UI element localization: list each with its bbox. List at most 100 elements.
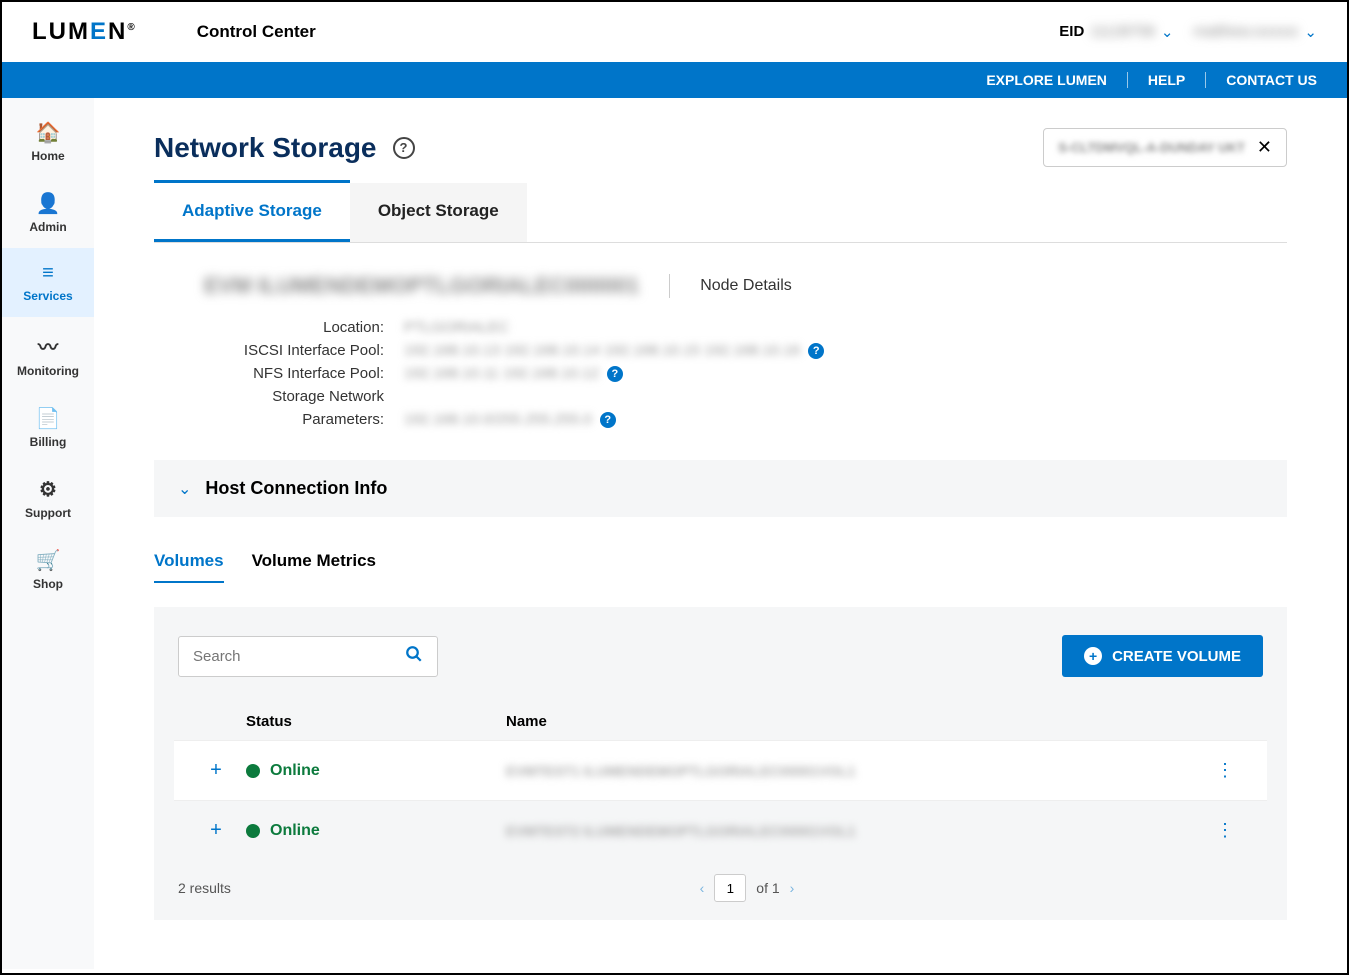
sidebar-item-shop[interactable]: 🛒 Shop xyxy=(2,534,94,605)
user-name: matthew.xxxxxx xyxy=(1193,23,1298,40)
top-right: EID 11128758 ⌄ matthew.xxxxxx ⌄ xyxy=(1059,23,1317,41)
location-label: Location: xyxy=(204,319,404,336)
create-volume-label: CREATE VOLUME xyxy=(1112,648,1241,665)
help-icon[interactable]: ? xyxy=(393,137,415,159)
brand-e: E xyxy=(90,18,108,45)
info-icon[interactable]: ? xyxy=(808,343,824,359)
eid-value: 11128758 xyxy=(1090,23,1155,40)
page-header: Network Storage ? S-CLTDMVQL-A-DUNDAY UK… xyxy=(154,128,1287,167)
sidebar-label: Services xyxy=(23,289,72,303)
prev-page-icon[interactable]: ‹ xyxy=(700,880,705,896)
status-dot-icon xyxy=(246,824,260,838)
page-total: of 1 xyxy=(756,880,779,896)
context-selector[interactable]: S-CLTDMVQL-A-DUNDAY UKT ✕ xyxy=(1043,128,1287,167)
sidebar-label: Shop xyxy=(33,577,63,591)
sidebar-label: Admin xyxy=(29,220,66,234)
tab-adaptive-storage[interactable]: Adaptive Storage xyxy=(154,180,350,242)
top-bar: LUMEN® Control Center EID 11128758 ⌄ mat… xyxy=(2,2,1347,62)
product-name: Control Center xyxy=(197,22,316,42)
secondary-nav: EXPLORE LUMEN HELP CONTACT US xyxy=(2,62,1347,98)
home-icon: 🏠 xyxy=(36,120,61,145)
sidebar-item-support[interactable]: ⚙ Support xyxy=(2,463,94,534)
tab-volume-metrics[interactable]: Volume Metrics xyxy=(252,541,376,583)
support-icon: ⚙ xyxy=(39,477,57,502)
storage-value: 192.168.10.0/255.255.255.0 xyxy=(404,411,592,428)
sidebar-item-services[interactable]: ≡ Services xyxy=(2,248,94,317)
volumes-table: Status Name + Online EVMTEST1 ILUMENDEMO… xyxy=(174,703,1267,860)
brand-logo: LUMEN® xyxy=(32,18,137,46)
volume-name: EVMTEST1 ILUMENDEMOPTLGORIALEC00001VOL1 xyxy=(506,763,1195,779)
page-title: Network Storage xyxy=(154,132,377,164)
sidebar-label: Support xyxy=(25,506,71,520)
brand-suffix: N xyxy=(108,18,127,45)
tab-object-storage[interactable]: Object Storage xyxy=(350,183,527,242)
col-name: Name xyxy=(506,713,1195,730)
results-count: 2 results xyxy=(178,880,231,896)
iscsi-value: 192.168.10.13 192.168.10.14 192.168.10.1… xyxy=(404,342,800,359)
storage-label-1: Storage Network xyxy=(204,388,404,405)
iscsi-label: ISCSI Interface Pool: xyxy=(204,342,404,359)
kebab-menu-icon[interactable]: ⋮ xyxy=(1195,820,1255,841)
host-connection-panel[interactable]: ⌄ Host Connection Info xyxy=(154,460,1287,517)
kebab-menu-icon[interactable]: ⋮ xyxy=(1195,760,1255,781)
node-name: EVM ILUMENDEMOPTLGORIALEC000001 xyxy=(204,273,639,299)
pagination: 2 results ‹ of 1 › xyxy=(174,860,1267,920)
status-dot-icon xyxy=(246,764,260,778)
status-cell: Online xyxy=(246,762,506,780)
expand-row-icon[interactable]: + xyxy=(186,759,246,782)
volume-name: EVMTEST2 ILUMENDEMOPTLGORIALEC00001VOL1 xyxy=(506,823,1195,839)
shop-icon: 🛒 xyxy=(36,548,61,573)
info-icon[interactable]: ? xyxy=(607,366,623,382)
chevron-down-icon: ⌄ xyxy=(178,479,191,499)
explore-link[interactable]: EXPLORE LUMEN xyxy=(986,72,1107,88)
panel-title: Host Connection Info xyxy=(205,478,387,499)
plus-icon: + xyxy=(1084,647,1102,665)
eid-label: EID xyxy=(1059,23,1084,40)
expand-row-icon[interactable]: + xyxy=(186,819,246,842)
search-input[interactable] xyxy=(193,648,405,665)
sidebar: 🏠 Home 👤 Admin ≡ Services 〰 Monitoring 📄… xyxy=(2,98,94,969)
help-link[interactable]: HELP xyxy=(1148,72,1185,88)
sidebar-item-billing[interactable]: 📄 Billing xyxy=(2,392,94,463)
location-value: PTLGORIALEC xyxy=(404,319,509,336)
close-icon[interactable]: ✕ xyxy=(1257,137,1272,158)
tab-volumes[interactable]: Volumes xyxy=(154,541,224,583)
nfs-label: NFS Interface Pool: xyxy=(204,365,404,382)
storage-tabs: Adaptive Storage Object Storage xyxy=(154,183,1287,243)
sidebar-item-monitoring[interactable]: 〰 Monitoring xyxy=(2,317,94,392)
monitoring-icon: 〰 xyxy=(38,331,58,360)
nfs-value: 192.168.10.11 192.168.10.12 xyxy=(404,365,599,382)
search-box[interactable] xyxy=(178,636,438,677)
info-icon[interactable]: ? xyxy=(600,412,616,428)
status-cell: Online xyxy=(246,822,506,840)
search-icon[interactable] xyxy=(405,645,423,668)
main-content: Network Storage ? S-CLTDMVQL-A-DUNDAY UK… xyxy=(94,98,1347,969)
next-page-icon[interactable]: › xyxy=(790,880,795,896)
page-input[interactable] xyxy=(714,874,746,902)
sidebar-label: Billing xyxy=(30,435,67,449)
user-dropdown[interactable]: matthew.xxxxxx ⌄ xyxy=(1193,23,1317,41)
divider xyxy=(669,274,670,298)
table-row: + Online EVMTEST2 ILUMENDEMOPTLGORIALEC0… xyxy=(174,800,1267,860)
admin-icon: 👤 xyxy=(36,191,61,216)
sidebar-item-admin[interactable]: 👤 Admin xyxy=(2,177,94,248)
storage-label-2: Parameters: xyxy=(204,411,404,428)
context-value: S-CLTDMVQL-A-DUNDAY UKT xyxy=(1058,140,1245,155)
sidebar-label: Home xyxy=(31,149,64,163)
separator xyxy=(1127,72,1128,88)
separator xyxy=(1205,72,1206,88)
eid-dropdown[interactable]: EID 11128758 ⌄ xyxy=(1059,23,1173,41)
col-status: Status xyxy=(246,713,506,730)
volume-tabs: Volumes Volume Metrics xyxy=(154,541,1287,583)
sidebar-item-home[interactable]: 🏠 Home xyxy=(2,106,94,177)
create-volume-button[interactable]: + CREATE VOLUME xyxy=(1062,635,1263,677)
status-text: Online xyxy=(270,762,320,780)
contact-link[interactable]: CONTACT US xyxy=(1226,72,1317,88)
volumes-panel: + CREATE VOLUME Status Name + Online xyxy=(154,607,1287,920)
chevron-down-icon: ⌄ xyxy=(1304,23,1317,41)
node-details-link[interactable]: Node Details xyxy=(700,277,792,295)
billing-icon: 📄 xyxy=(36,406,61,431)
status-text: Online xyxy=(270,822,320,840)
node-details-block: EVM ILUMENDEMOPTLGORIALEC000001 Node Det… xyxy=(154,243,1287,448)
brand-prefix: LUM xyxy=(32,18,90,45)
